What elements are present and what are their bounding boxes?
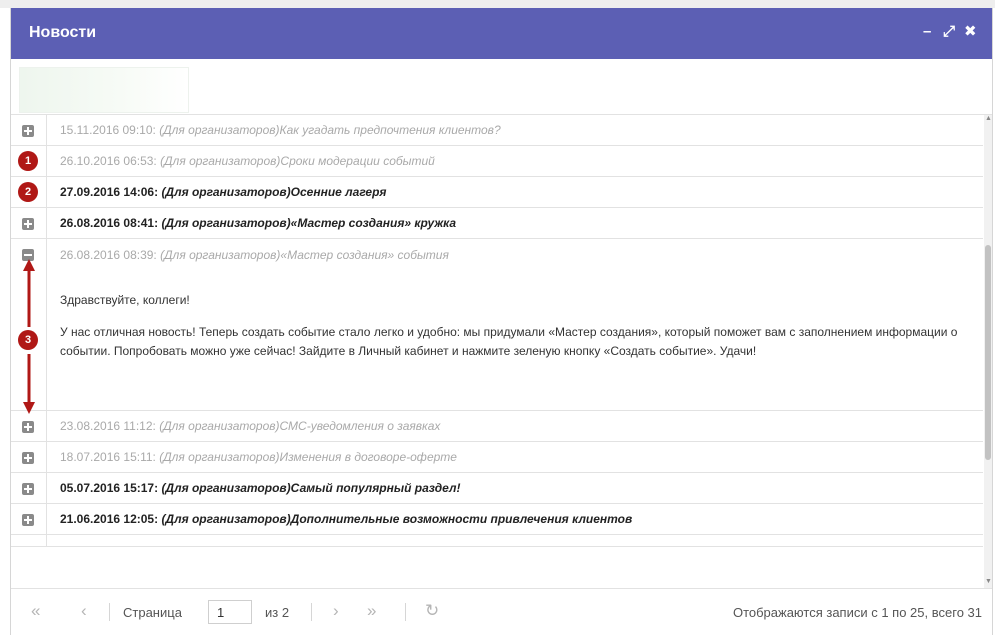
row-gutter	[11, 208, 47, 238]
page-number-input[interactable]	[208, 600, 252, 624]
news-body: Здравствуйте, коллеги! У нас отличная но…	[60, 291, 975, 374]
news-date: 18.07.2016 15:11:	[60, 450, 156, 464]
news-greeting: Здравствуйте, коллеги!	[60, 293, 190, 307]
news-row-text[interactable]: 26.10.2016 06:53: (Для организаторов)Сро…	[60, 154, 435, 168]
news-row-text[interactable]: 27.09.2016 14:06: (Для организаторов)Осе…	[60, 185, 387, 199]
window-title: Новости	[29, 24, 97, 41]
maximize-icon[interactable]: ⤢	[943, 22, 955, 42]
refresh-icon[interactable]: ↻	[425, 601, 439, 621]
vertical-scrollbar[interactable]: ▲ ▼	[984, 115, 992, 588]
annotation-badge-3: 3	[18, 330, 38, 350]
toolbar-image	[19, 67, 189, 113]
news-row[interactable]: 21.06.2016 12:05: (Для организаторов)Доп…	[11, 504, 983, 535]
expand-icon[interactable]	[22, 421, 34, 433]
news-date: 23.08.2016 11:12:	[60, 419, 156, 433]
row-gutter: 2	[11, 177, 47, 207]
expand-icon[interactable]	[22, 483, 34, 495]
pagination-bar: « ‹ Страница из 2 › » ↻ Отображаются зап…	[11, 588, 992, 635]
news-row-text[interactable]: 15.11.2016 09:10: (Для организаторов)Как…	[60, 123, 501, 137]
news-date: 26.08.2016 08:39:	[60, 248, 157, 262]
news-paragraph: У нас отличная новость! Теперь создать с…	[60, 325, 958, 358]
minimize-icon[interactable]: –	[923, 22, 931, 42]
page-label: Страница	[123, 605, 182, 620]
news-row-text[interactable]: 23.08.2016 11:12: (Для организаторов)СМС…	[60, 419, 440, 433]
scroll-down-icon[interactable]: ▼	[985, 578, 992, 585]
news-date: 21.06.2016 12:05:	[60, 512, 159, 526]
expand-icon[interactable]	[22, 514, 34, 526]
row-gutter	[11, 115, 47, 145]
row-gutter	[11, 535, 47, 546]
news-window: Новости – ⤢ ✖ 15.11.2016 09:10: (Для орг…	[10, 8, 993, 635]
pager-separator	[109, 603, 110, 621]
next-page-icon[interactable]: ›	[333, 601, 339, 621]
row-gutter: 3	[11, 239, 47, 410]
news-list: 15.11.2016 09:10: (Для организаторов)Как…	[11, 115, 983, 588]
row-gutter	[11, 504, 47, 534]
collapse-icon[interactable]	[22, 249, 34, 261]
news-row-text[interactable]: 26.08.2016 08:41: (Для организаторов)«Ма…	[60, 216, 456, 230]
news-date: 05.07.2016 15:17:	[60, 481, 159, 495]
scrollbar-thumb[interactable]	[985, 245, 991, 460]
news-date: 26.08.2016 08:41:	[60, 216, 159, 230]
pager-separator	[311, 603, 312, 621]
expand-icon[interactable]	[22, 218, 34, 230]
page-count-label: из 2	[265, 605, 290, 620]
expand-icon[interactable]	[22, 452, 34, 464]
title-bar[interactable]: Новости – ⤢ ✖	[11, 8, 992, 59]
row-gutter: 1	[11, 146, 47, 176]
news-row[interactable]: 23.08.2016 11:12: (Для организаторов)СМС…	[11, 411, 983, 442]
news-row-text[interactable]: 18.07.2016 15:11: (Для организаторов)Изм…	[60, 450, 457, 464]
news-subject: (Для организаторов)Дополнительные возмож…	[161, 512, 633, 526]
annotation-badge-2: 2	[18, 182, 38, 202]
news-date: 15.11.2016 09:10:	[60, 123, 156, 137]
news-date: 26.10.2016 06:53:	[60, 154, 157, 168]
annotation-badge-1: 1	[18, 151, 38, 171]
news-row[interactable]: 26.08.2016 08:41: (Для организаторов)«Ма…	[11, 208, 983, 239]
close-icon[interactable]: ✖	[964, 22, 977, 42]
news-row[interactable]: 2 27.09.2016 14:06: (Для организаторов)О…	[11, 177, 983, 208]
news-row-expanded: 3 26.08.2016 08:39: (Для организаторов)«…	[11, 239, 983, 414]
records-info: Отображаются записи с 1 по 25, всего 31	[732, 605, 982, 620]
expand-icon[interactable]	[22, 125, 34, 137]
background-strip	[0, 0, 995, 8]
news-subject: (Для организаторов)Изменения в договоре-…	[159, 450, 457, 464]
news-subject: (Для организаторов)«Мастер создания» кру…	[161, 216, 457, 230]
prev-page-icon[interactable]: ‹	[81, 601, 87, 621]
news-row[interactable]: 05.07.2016 15:17: (Для организаторов)Сам…	[11, 473, 983, 504]
news-date: 27.09.2016 14:06:	[60, 185, 159, 199]
news-row-text[interactable]: 21.06.2016 12:05: (Для организаторов)Доп…	[60, 512, 632, 526]
news-row[interactable]: 1 26.10.2016 06:53: (Для организаторов)С…	[11, 146, 983, 177]
news-row[interactable]: 15.11.2016 09:10: (Для организаторов)Как…	[11, 115, 983, 146]
row-gutter	[11, 473, 47, 503]
news-row-text[interactable]: 05.07.2016 15:17: (Для организаторов)Сам…	[60, 481, 460, 495]
news-row[interactable]: 18.07.2016 15:11: (Для организаторов)Изм…	[11, 442, 983, 473]
first-page-icon[interactable]: «	[31, 601, 40, 621]
news-subject: (Для организаторов)СМС-уведомления о зая…	[159, 419, 441, 433]
news-subject: (Для организаторов)Самый популярный разд…	[161, 481, 461, 495]
news-row-partial	[11, 535, 983, 547]
row-gutter	[11, 411, 47, 441]
toolbar	[11, 59, 992, 115]
news-subject: (Для организаторов)Осенние лагеря	[161, 185, 387, 199]
row-gutter	[11, 442, 47, 472]
news-subject: (Для организаторов)«Мастер создания» соб…	[160, 248, 449, 262]
pager-separator	[405, 603, 406, 621]
news-subject: (Для организаторов)Сроки модерации событ…	[160, 154, 435, 168]
scroll-up-icon[interactable]: ▲	[985, 115, 992, 122]
news-row-text[interactable]: 26.08.2016 08:39: (Для организаторов)«Ма…	[60, 248, 449, 262]
news-subject: (Для организаторов)Как угадать предпочте…	[159, 123, 501, 137]
last-page-icon[interactable]: »	[367, 601, 376, 621]
